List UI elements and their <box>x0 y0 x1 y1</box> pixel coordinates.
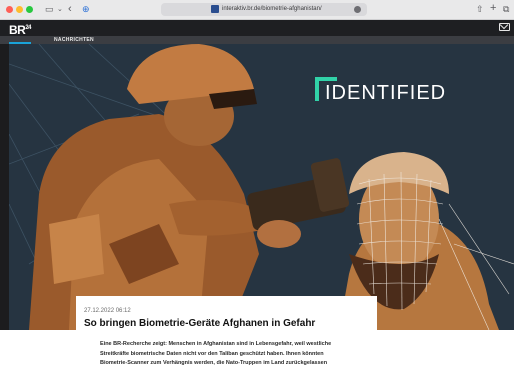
article-date: 27.12.2022 06:12 <box>84 308 131 314</box>
tabs-icon[interactable]: ⧉ <box>503 3 509 16</box>
close-window-button[interactable] <box>6 6 13 13</box>
brand-word: IDENTIFIED <box>325 82 447 104</box>
lead-line: Streitkräfte biometrische Daten nicht vo… <box>100 350 324 357</box>
browser-window: ▭ ⌄ ‹ ⊕ interaktiv.br.de/biometrie-afgha… <box>0 0 514 368</box>
br24-logo[interactable]: BR24 <box>9 21 32 37</box>
site-header <box>0 20 514 36</box>
logo-sup: 24 <box>25 25 32 31</box>
browser-toolbar: ▭ ⌄ ‹ ⊕ interaktiv.br.de/biometrie-afgha… <box>0 0 514 20</box>
lock-icon <box>211 5 219 13</box>
zoom-window-button[interactable] <box>26 6 33 13</box>
share-icon[interactable]: ⇧ <box>476 3 484 16</box>
new-tab-icon[interactable]: + <box>490 2 496 15</box>
hero-image: IDENTIFIED <box>9 44 514 330</box>
back-icon[interactable]: ‹ <box>68 3 72 16</box>
logo-text: BR <box>9 23 26 37</box>
mail-icon[interactable] <box>499 23 510 31</box>
article-title: So bringen Biometrie-Geräte Afghanen in … <box>84 318 316 329</box>
nav-item-nachrichten[interactable]: NACHRICHTEN <box>54 36 94 44</box>
sidebar-icon[interactable]: ▭ <box>45 3 54 16</box>
chevron-down-icon[interactable]: ⌄ <box>57 3 63 16</box>
address-bar[interactable]: interaktiv.br.de/biometrie-afghanistan/ <box>161 3 367 16</box>
lead-line: Eine BR-Recherche zeigt: Menschen in Afg… <box>100 341 332 347</box>
minimize-window-button[interactable] <box>16 6 23 13</box>
lead-line: Biometrie-Scanner zum Verhängnis werden,… <box>100 360 328 366</box>
shield-icon[interactable]: ⊕ <box>82 3 90 16</box>
article-lead: Eine BR-Recherche zeigt: Menschen in Afg… <box>100 340 380 368</box>
record-icon[interactable] <box>354 6 361 13</box>
url-text: interaktiv.br.de/biometrie-afghanistan/ <box>222 6 322 12</box>
